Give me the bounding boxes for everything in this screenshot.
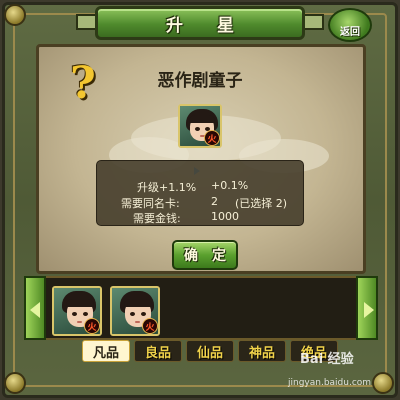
tab-fanpin[interactable]: 凡品 — [82, 340, 130, 362]
title-wing-right — [302, 14, 324, 30]
fire-element-icon: 火 — [84, 318, 100, 334]
title-char-2: 星 — [217, 15, 234, 36]
arrow-left-icon — [30, 302, 40, 318]
corner-ornament-br — [372, 372, 394, 394]
corner-ornament-tl — [4, 4, 26, 26]
tab-label: 仙品 — [196, 345, 223, 361]
same-card-value: 2 — [211, 195, 218, 208]
level-label: 升级+1.1% — [137, 181, 197, 194]
title-char-1: 升 — [166, 15, 183, 36]
tab-label: 良品 — [144, 345, 171, 361]
scroll-left-button[interactable] — [24, 276, 46, 340]
same-card-selected: (已选择 2) — [235, 197, 288, 210]
corner-ornament-bl — [4, 372, 26, 394]
back-button-label: 返回 — [340, 27, 360, 38]
fire-element-icon: 火 — [204, 130, 220, 146]
level-value: +0.1% — [211, 179, 249, 192]
question-icon[interactable]: ? — [70, 62, 100, 106]
title-banner: 升 星 — [95, 6, 305, 40]
scroll-right-button[interactable] — [356, 276, 378, 340]
gold-label: 需要金钱: — [133, 212, 181, 225]
arrow-right-icon — [364, 302, 374, 318]
character-card-slot[interactable]: 火 — [52, 286, 102, 336]
tab-xianpin[interactable]: 仙品 — [186, 340, 234, 362]
confirm-char-1: 确 — [184, 248, 198, 264]
tab-shenpin[interactable]: 神品 — [238, 340, 286, 362]
same-card-label: 需要同名卡: — [121, 197, 180, 210]
tab-liangpin[interactable]: 良品 — [134, 340, 182, 362]
character-card-main: 火 — [178, 104, 222, 148]
back-button[interactable]: 返回 — [328, 8, 372, 42]
fire-element-icon: 火 — [142, 318, 158, 334]
gold-value: 1000 — [211, 210, 239, 223]
confirm-button[interactable]: 确 定 — [172, 240, 238, 270]
watermark-url: jingyan.baidu.com — [288, 378, 372, 388]
character-card-slot[interactable]: 火 — [110, 286, 160, 336]
confirm-char-2: 定 — [212, 248, 226, 264]
watermark-logo: Bai 经验 — [300, 352, 354, 367]
upgrade-info-box: 升级+1.1% +0.1% 需要同名卡: 2 (已选择 2) 需要金钱: 100… — [96, 160, 304, 226]
tab-label: 凡品 — [92, 345, 119, 361]
card-name: 恶作剧童子 — [157, 71, 243, 91]
tab-label: 神品 — [248, 345, 275, 361]
